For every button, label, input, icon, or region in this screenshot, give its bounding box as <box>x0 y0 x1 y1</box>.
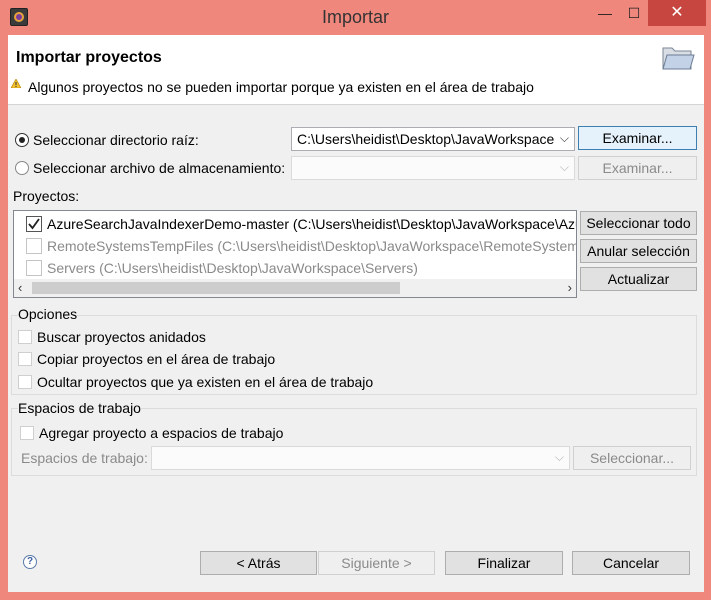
add-to-working-sets-label: Agregar proyecto a espacios de trabajo <box>39 425 284 441</box>
scroll-right-icon[interactable]: › <box>568 280 572 295</box>
project-checkbox[interactable] <box>26 238 42 254</box>
warning-message: Algunos proyectos no se pueden importar … <box>28 79 534 95</box>
select-all-button[interactable]: Seleccionar todo <box>580 211 697 235</box>
options-title: Opciones <box>18 306 78 322</box>
add-to-working-sets-checkbox[interactable] <box>20 426 34 440</box>
project-name: RemoteSystemsTempFiles (C:\Users\heidist… <box>47 238 576 254</box>
back-button[interactable]: < Atrás <box>200 551 317 575</box>
working-sets-title: Espacios de trabajo <box>18 400 141 416</box>
minimize-button[interactable]: — <box>590 0 620 26</box>
chevron-down-icon[interactable]: ⌵ <box>560 160 569 175</box>
projects-label: Proyectos: <box>13 188 80 204</box>
select-archive-file-radio[interactable] <box>15 161 29 175</box>
select-root-directory-label: Seleccionar directorio raíz: <box>33 132 199 148</box>
wizard-header: Importar proyectos Algunos proyectos no … <box>8 35 704 105</box>
browse-archive-button[interactable]: Examinar... <box>578 156 697 180</box>
hide-existing-label: Ocultar proyectos que ya existen en el á… <box>37 374 374 390</box>
root-directory-value: C:\Users\heidist\Desktop\JavaWorkspace <box>297 131 555 147</box>
copy-projects-checkbox[interactable] <box>18 352 32 366</box>
title-bar[interactable]: Importar — ☐ ✕ <box>0 0 711 35</box>
nested-projects-label: Buscar proyectos anidados <box>37 329 206 345</box>
working-sets-field-label: Espacios de trabajo: <box>21 450 148 466</box>
select-root-directory-radio[interactable] <box>15 133 29 147</box>
projects-list[interactable]: AzureSearchJavaIndexerDemo-master (C:\Us… <box>13 210 577 298</box>
root-directory-combo[interactable]: C:\Users\heidist\Desktop\JavaWorkspace ⌵ <box>291 127 575 151</box>
project-name: Servers (C:\Users\heidist\Desktop\JavaWo… <box>47 260 418 276</box>
horizontal-scrollbar[interactable]: ‹ › <box>14 279 576 297</box>
cancel-button[interactable]: Cancelar <box>572 551 690 575</box>
working-sets-combo[interactable]: ⌵ <box>151 446 570 470</box>
select-archive-file-label: Seleccionar archivo de almacenamiento: <box>33 160 286 176</box>
scroll-left-icon[interactable]: ‹ <box>18 280 22 295</box>
chevron-down-icon[interactable]: ⌵ <box>560 131 569 146</box>
refresh-button[interactable]: Actualizar <box>580 267 697 291</box>
hide-existing-checkbox[interactable] <box>18 375 32 389</box>
close-button[interactable]: ✕ <box>648 0 706 26</box>
select-working-sets-button[interactable]: Seleccionar... <box>573 446 691 470</box>
deselect-all-button[interactable]: Anular selección <box>580 239 697 263</box>
project-checkbox[interactable] <box>26 260 42 276</box>
finish-button[interactable]: Finalizar <box>445 551 563 575</box>
folder-icon <box>662 47 695 70</box>
chevron-down-icon[interactable]: ⌵ <box>555 450 564 465</box>
project-name: AzureSearchJavaIndexerDemo-master (C:\Us… <box>47 216 576 232</box>
warning-icon <box>11 79 21 88</box>
copy-projects-label: Copiar proyectos en el área de trabajo <box>37 351 276 367</box>
nested-projects-checkbox[interactable] <box>18 330 32 344</box>
browse-directory-button[interactable]: Examinar... <box>578 126 697 150</box>
help-icon[interactable]: ? <box>23 555 37 569</box>
maximize-button[interactable]: ☐ <box>620 0 648 26</box>
page-title: Importar proyectos <box>16 49 162 66</box>
next-button[interactable]: Siguiente > <box>318 551 435 575</box>
project-checkbox[interactable] <box>26 216 42 232</box>
dialog-content: Importar proyectos Algunos proyectos no … <box>8 35 704 592</box>
scrollbar-thumb[interactable] <box>32 282 400 294</box>
import-dialog: Importar — ☐ ✕ Importar proyectos Alguno… <box>0 0 711 600</box>
archive-file-combo[interactable]: ⌵ <box>291 156 575 180</box>
checkmark-icon <box>28 218 40 230</box>
